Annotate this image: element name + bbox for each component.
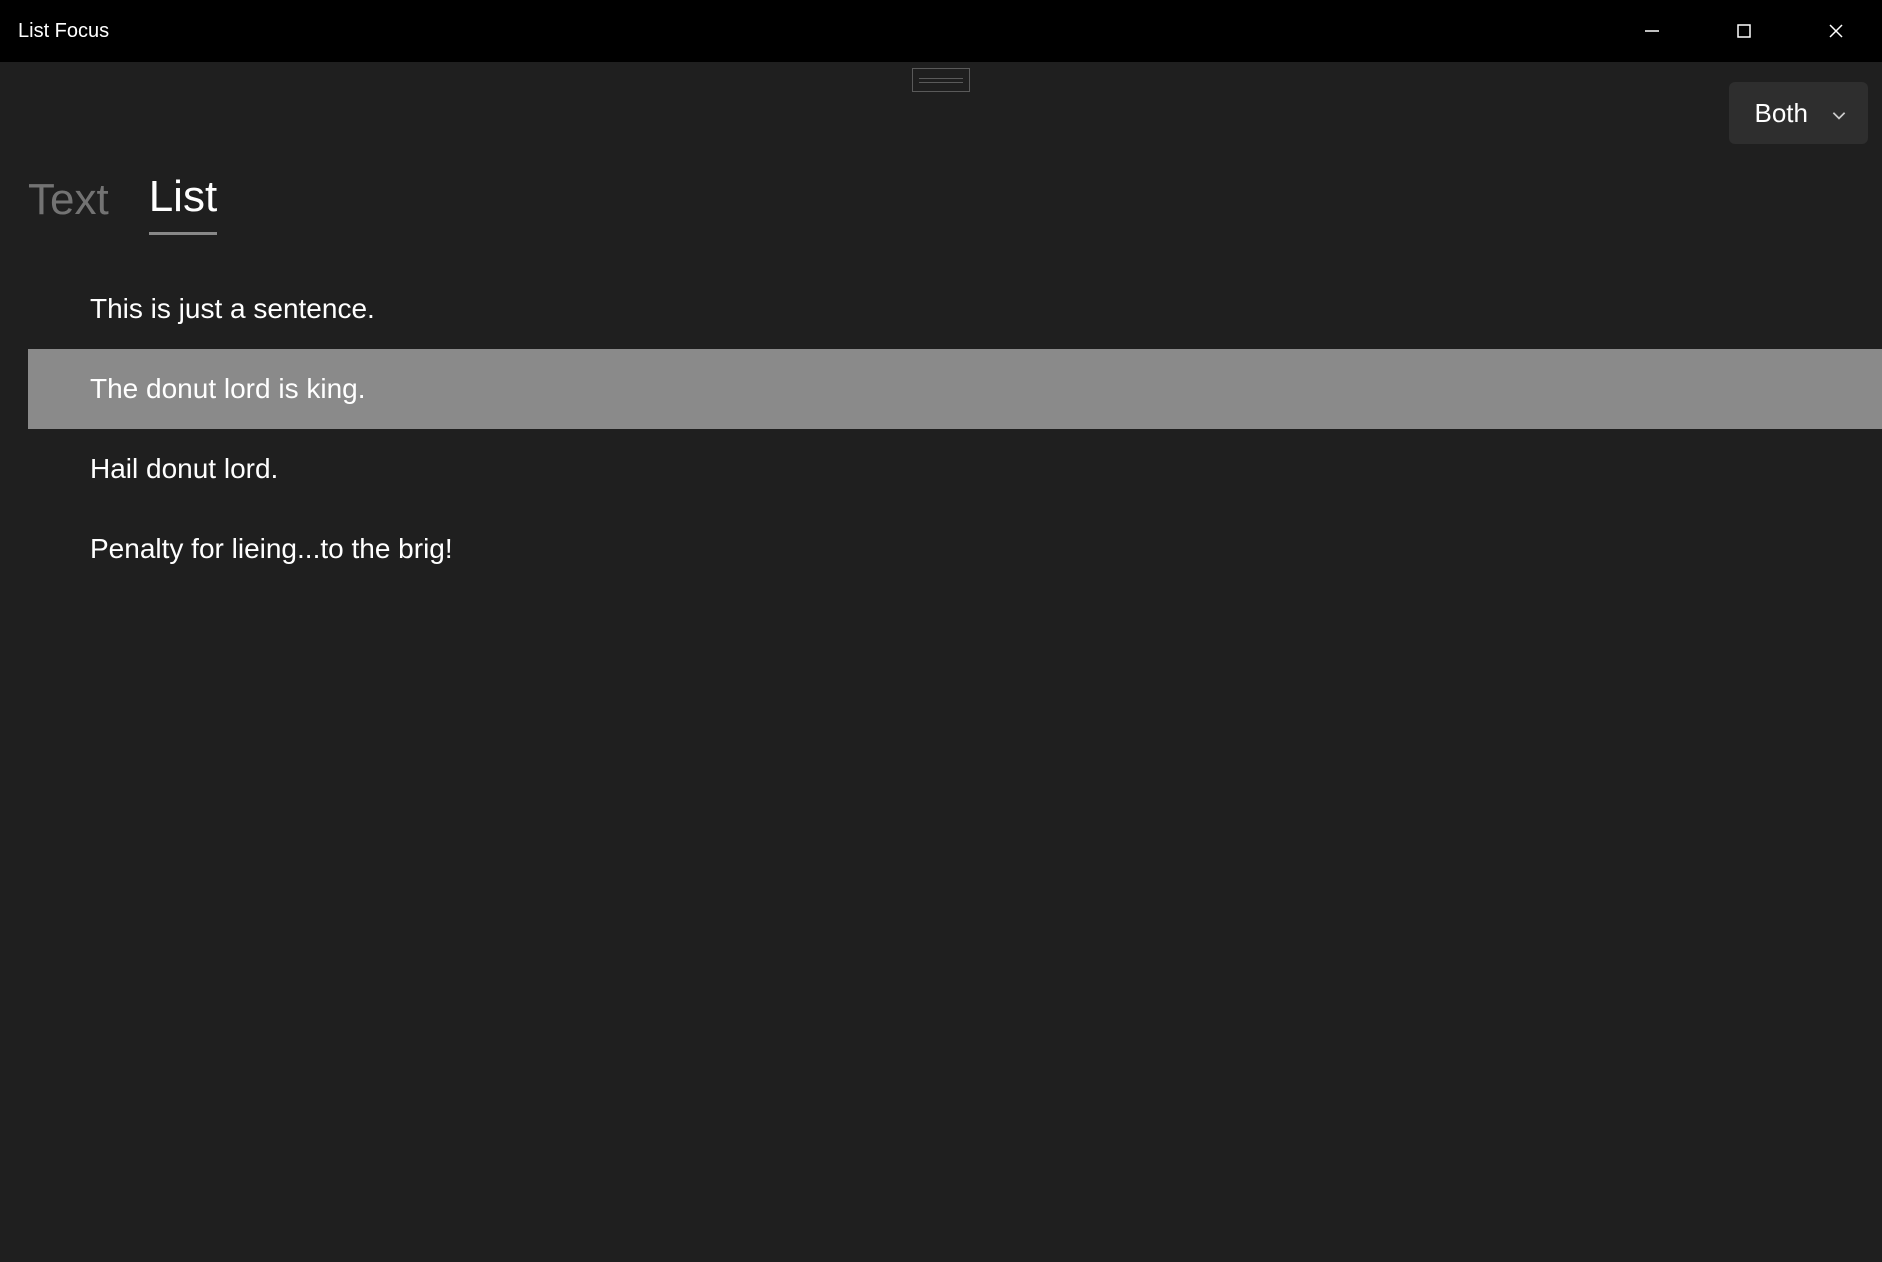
dropdown-selected-label: Both <box>1755 98 1809 129</box>
list-item[interactable]: This is just a sentence. <box>28 269 1882 349</box>
maximize-button[interactable] <box>1698 0 1790 62</box>
grip-line-icon <box>919 82 963 83</box>
list-view: This is just a sentence. The donut lord … <box>0 269 1882 589</box>
titlebar: List Focus <box>0 0 1882 62</box>
tab-text[interactable]: Text <box>28 175 109 235</box>
list-item[interactable]: The donut lord is king. <box>28 349 1882 429</box>
window-title: List Focus <box>18 20 109 43</box>
maximize-icon <box>1736 23 1752 39</box>
chevron-down-icon <box>1830 106 1848 124</box>
grip-line-icon <box>919 78 963 79</box>
minimize-button[interactable] <box>1606 0 1698 62</box>
view-dropdown[interactable]: Both <box>1729 82 1869 144</box>
grip-handle[interactable] <box>912 68 970 92</box>
list-item[interactable]: Hail donut lord. <box>28 429 1882 509</box>
list-item[interactable]: Penalty for lieing...to the brig! <box>28 509 1882 589</box>
window-controls <box>1606 0 1882 62</box>
tab-list[interactable]: List <box>149 172 217 235</box>
app-window: List Focus Both Text List This <box>0 0 1882 1262</box>
close-icon <box>1828 23 1844 39</box>
minimize-icon <box>1644 23 1660 39</box>
close-button[interactable] <box>1790 0 1882 62</box>
content-area: Both Text List This is just a sentence. … <box>0 62 1882 1262</box>
